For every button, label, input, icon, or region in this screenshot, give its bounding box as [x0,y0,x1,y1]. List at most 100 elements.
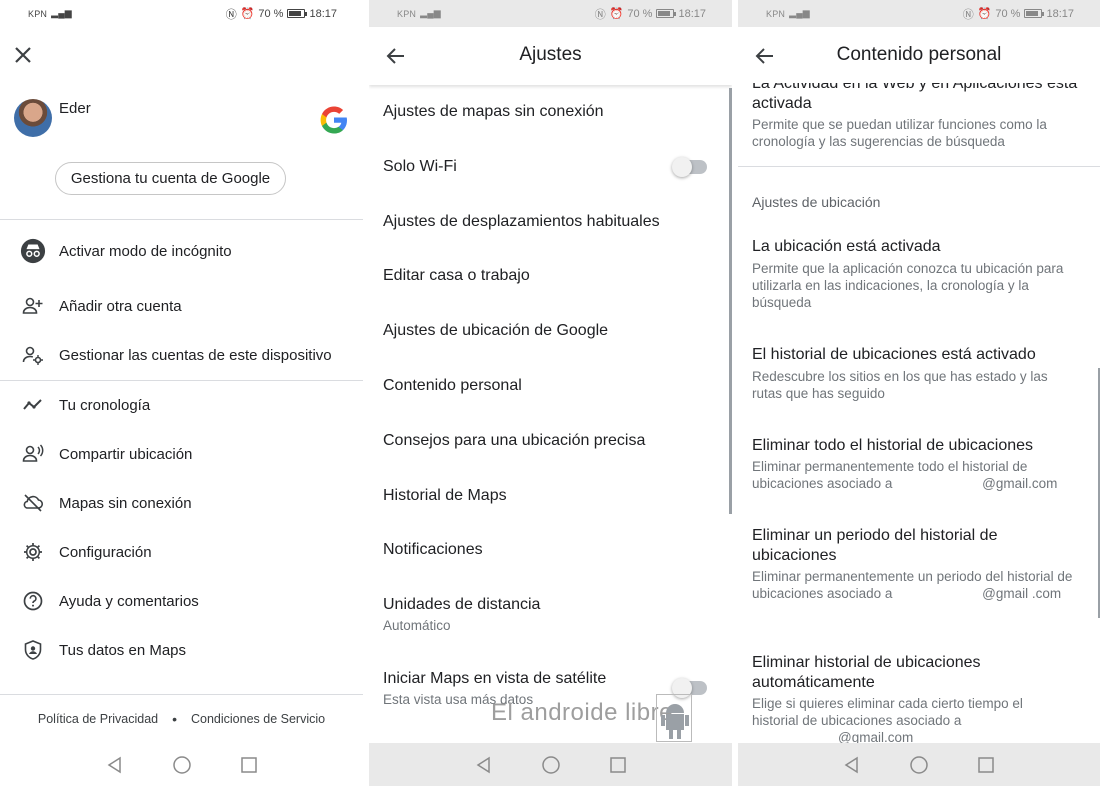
setting-satellite-start[interactable]: Iniciar Maps en vista de satélite [383,670,718,688]
privacy-link[interactable]: Política de Privacidad [38,712,158,726]
nav-recents-icon[interactable] [977,756,995,774]
carrier-label: KPN [397,8,417,19]
personal-content-panel: KPN ▂▄▆ Ⓝ ⏰ 70 % 18:17 La Actividad en la… [738,0,1100,786]
battery-icon [287,9,308,18]
menu-item-share-location[interactable]: Compartir ubicación [0,434,363,474]
battery-percent: 70 % [627,7,653,20]
delete-period-title[interactable]: Eliminar un periodo del historial de ubi… [752,526,1086,566]
timeline-icon [20,392,46,418]
watermark-text: El androide libre [491,699,673,726]
setting-maps-history[interactable]: Historial de Maps [383,487,718,505]
auto-delete-title[interactable]: Eliminar historial de ubicaciones automá… [752,653,1086,693]
setting-distance-units[interactable]: Unidades de distancia [383,596,718,614]
system-nav-bar [369,743,732,786]
signal-icon: ▂▄▆ [51,8,72,18]
nfc-icon: Ⓝ [225,8,237,21]
menu-item-add-account[interactable]: Añadir otra cuenta [0,286,363,326]
user-name: Eder [59,100,91,117]
google-logo-icon [318,104,350,136]
alarm-icon: ⏰ [240,8,255,20]
menu-item-manage-accounts[interactable]: Gestionar las cuentas de este dispositiv… [0,335,363,375]
divider [0,380,363,381]
offline-maps-icon [20,490,46,516]
location-on-description: Permite que la aplicación conozca tu ubi… [752,261,1064,310]
setting-wifi-only[interactable]: Solo Wi-Fi [383,158,718,176]
nav-back-icon[interactable] [106,756,124,774]
nav-recents-icon[interactable] [609,756,627,774]
shield-person-icon [20,637,46,663]
system-nav-bar [738,743,1100,786]
delete-period-description: Eliminar permanentemente un periodo del … [752,568,1076,602]
clock: 18:17 [309,7,337,20]
settings-panel: KPN ▂▄▆ Ⓝ ⏰ 70 % 18:17 Ajustes Ajustes de… [369,0,732,786]
menu-item-incognito[interactable]: Activar modo de incógnito [0,231,363,271]
terms-link[interactable]: Condiciones de Servicio [191,712,325,726]
help-icon [20,588,46,614]
auto-delete-description: Elige si quieres eliminar cada cierto ti… [752,695,1040,746]
menu-item-label: Configuración [59,543,152,561]
nav-home-icon[interactable] [541,755,561,775]
avatar[interactable] [14,99,52,137]
setting-google-location[interactable]: Ajustes de ubicación de Google [383,322,718,340]
delete-all-history-description: Eliminar permanentemente todo el histori… [752,458,1076,492]
menu-item-label: Gestionar las cuentas de este dispositiv… [59,346,332,364]
menu-item-help[interactable]: Ayuda y comentarios [0,581,363,621]
page-title: Ajustes [519,44,582,65]
email-suffix: @gmail .com [982,586,1062,601]
signal-icon: ▂▄▆ [789,8,810,18]
menu-item-offline-maps[interactable]: Mapas sin conexión [0,483,363,523]
email-suffix: @gmail.com [982,476,1058,491]
nfc-icon: Ⓝ [962,8,974,21]
menu-item-label: Compartir ubicación [59,445,193,463]
app-bar: Ajustes [369,27,732,85]
clock: 18:17 [678,7,706,20]
divider [738,166,1100,167]
setting-location-tips[interactable]: Consejos para una ubicación precisa [383,432,718,450]
setting-offline-maps[interactable]: Ajustes de mapas sin conexión [383,103,718,121]
menu-item-settings[interactable]: Configuración [0,532,363,572]
satellite-toggle[interactable] [672,678,707,698]
status-bar: KPN ▂▄▆ Ⓝ ⏰ 70 % 18:17 [369,0,732,27]
setting-home-work[interactable]: Editar casa o trabajo [383,267,718,285]
section-heading: Ajustes de ubicación [752,194,881,210]
web-activity-description: Permite que se puedan utilizar funciones… [752,117,1047,149]
manage-account-button[interactable]: Gestiona tu cuenta de Google [55,162,286,195]
page-title: Contenido personal [836,44,1002,65]
gear-icon [20,539,46,565]
add-person-icon [20,293,46,319]
status-bar: KPN ▂▄▆ Ⓝ ⏰ 70 % 18:17 [0,0,363,27]
setting-notifications[interactable]: Notificaciones [383,541,718,559]
delete-all-history-title[interactable]: Eliminar todo el historial de ubicacione… [752,436,1086,456]
footer-separator: • [172,711,177,727]
nav-home-icon[interactable] [172,755,192,775]
menu-item-label: Tus datos en Maps [59,641,187,659]
nav-back-icon[interactable] [475,756,493,774]
menu-item-label: Ayuda y comentarios [59,592,199,610]
battery-percent: 70 % [995,7,1021,20]
setting-personal-content[interactable]: Contenido personal [383,377,718,395]
close-icon[interactable] [12,44,34,66]
battery-percent: 70 % [258,7,284,20]
nav-home-icon[interactable] [909,755,929,775]
clock: 18:17 [1046,7,1074,20]
system-nav-bar [0,743,363,786]
description-text: Elige si quieres eliminar cada cierto ti… [752,696,1023,728]
share-location-icon [20,441,46,467]
alarm-icon: ⏰ [609,8,624,20]
menu-item-label: Añadir otra cuenta [59,297,182,315]
battery-icon [656,9,677,18]
menu-item-timeline[interactable]: Tu cronología [0,385,363,425]
menu-item-label: Mapas sin conexión [59,494,192,512]
wifi-only-toggle[interactable] [672,157,707,177]
distance-units-value: Automático [383,618,451,633]
nav-recents-icon[interactable] [240,756,258,774]
nav-back-icon[interactable] [843,756,861,774]
location-history-title[interactable]: El historial de ubicaciones está activad… [752,345,1086,365]
manage-accounts-icon [20,342,46,368]
location-on-title[interactable]: La ubicación está activada [752,237,1086,257]
setting-commute[interactable]: Ajustes de desplazamientos habituales [383,213,718,231]
watermark-android-logo [656,694,692,742]
menu-item-your-data[interactable]: Tus datos en Maps [0,630,363,670]
carrier-label: KPN [28,8,48,19]
app-bar: Contenido personal [738,27,1100,83]
